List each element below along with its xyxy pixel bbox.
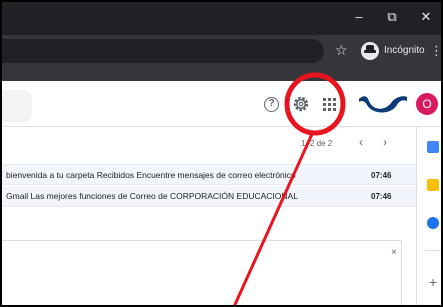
gear-icon[interactable]: [292, 95, 310, 118]
minimize-button[interactable]: –: [349, 8, 369, 26]
gmail-header: ? O: [2, 81, 441, 127]
message-snippet: bienvenida a tu carpeta Recibidos Encuen…: [6, 170, 296, 180]
calendar-icon[interactable]: [427, 141, 439, 153]
next-page-button[interactable]: ›: [383, 135, 387, 149]
address-bar-row: ☆ Incógnito ⋮: [2, 35, 441, 67]
omnibox[interactable]: [2, 39, 324, 63]
pager-text: 1–2 de 2: [301, 139, 333, 148]
incognito-label[interactable]: Incógnito: [384, 44, 425, 58]
star-icon[interactable]: ☆: [335, 41, 348, 59]
message-time: 07:46: [371, 192, 392, 201]
side-divider: [425, 250, 441, 251]
mail-list: 1–2 de 2 ‹ › bienvenida a tu carpeta Rec…: [2, 127, 416, 305]
table-row[interactable]: Gmail Las mejores funciones de Correo de…: [2, 186, 416, 207]
prev-page-button[interactable]: ‹: [359, 135, 363, 149]
side-panel: +: [416, 127, 441, 305]
tasks-icon[interactable]: [427, 217, 439, 229]
add-addon-button[interactable]: +: [429, 274, 437, 290]
close-icon[interactable]: ×: [391, 247, 397, 259]
help-icon[interactable]: ?: [264, 97, 279, 112]
list-toolbar: 1–2 de 2 ‹ ›: [2, 127, 416, 157]
organization-logo: [357, 93, 409, 120]
title-bar: – ⧉ ✕: [2, 2, 441, 35]
toolbar-strip: [2, 67, 441, 81]
apps-grid-icon[interactable]: [323, 98, 336, 111]
info-panel: [2, 240, 402, 305]
close-window-button[interactable]: ✕: [416, 8, 436, 26]
keep-icon[interactable]: [427, 179, 439, 191]
incognito-icon[interactable]: [361, 42, 379, 60]
message-snippet: Gmail Las mejores funciones de Correo de…: [6, 191, 298, 201]
browser-menu-button[interactable]: ⋮: [430, 42, 441, 60]
search-input[interactable]: [2, 90, 32, 122]
table-row[interactable]: bienvenida a tu carpeta Recibidos Encuen…: [2, 164, 416, 185]
maximize-button[interactable]: ⧉: [382, 8, 402, 26]
browser-window: – ⧉ ✕ ☆ Incógnito ⋮ ? O 1–2 de 2 ‹ › bie…: [0, 0, 443, 307]
avatar[interactable]: O: [416, 93, 438, 115]
message-time: 07:46: [371, 171, 392, 180]
